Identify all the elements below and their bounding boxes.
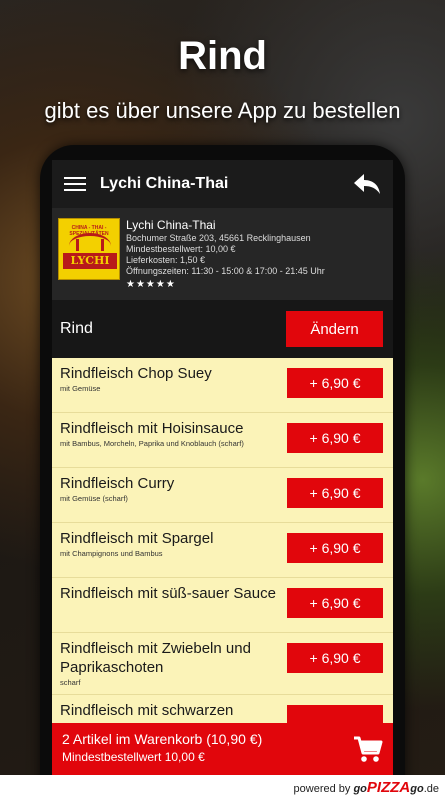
back-arrow-icon[interactable] bbox=[353, 172, 381, 196]
menu-item[interactable]: Rindfleisch mit süß-sauer Sauce + 6,90 € bbox=[52, 578, 393, 633]
promo-title: Rind bbox=[178, 34, 267, 78]
restaurant-info: CHINA - THAI - SPEZIALITÄTEN LYCHI Lychi… bbox=[52, 208, 393, 300]
menu-item[interactable]: Rindfleisch mit Zwiebeln und Paprikascho… bbox=[52, 633, 393, 695]
restaurant-address: Bochumer Straße 203, 45661 Recklinghause… bbox=[126, 233, 311, 243]
menu-item[interactable]: Rindfleisch mit Spargel mit Champignons … bbox=[52, 523, 393, 578]
menu-item-name: Rindfleisch Chop Suey bbox=[60, 365, 212, 382]
menu-item-name: Rindfleisch mit süß-sauer Sauce bbox=[60, 585, 276, 602]
menu-item-name: Rindfleisch Curry bbox=[60, 475, 175, 492]
cart-bar[interactable]: 2 Artikel im Warenkorb (10,90 €) Mindest… bbox=[52, 723, 393, 775]
powered-by[interactable]: powered by goPIZZAgo.de bbox=[294, 779, 439, 796]
menu-item-name: Rindfleisch mit schwarzen bbox=[60, 702, 234, 719]
menu-item-name: Rindfleisch mit Spargel bbox=[60, 530, 214, 547]
menu-item[interactable]: Rindfleisch Curry mit Gemüse (scharf) + … bbox=[52, 468, 393, 523]
restaurant-hours: Öffnungszeiten: 11:30 - 15:00 & 17:00 - … bbox=[126, 266, 325, 276]
add-to-cart-button[interactable]: + 6,90 € bbox=[287, 533, 383, 563]
add-to-cart-button[interactable]: + 6,90 € bbox=[287, 643, 383, 673]
menu-item-description: mit Gemüse (scharf) bbox=[60, 494, 128, 503]
menu-item[interactable]: Rindfleisch mit Hoisinsauce mit Bambus, … bbox=[52, 413, 393, 468]
restaurant-delivery-cost: Lieferkosten: 1,50 € bbox=[126, 255, 206, 265]
category-label: Rind bbox=[60, 320, 93, 337]
add-to-cart-button[interactable]: + 6,90 € bbox=[287, 588, 383, 618]
add-to-cart-button[interactable]: + 6,90 € bbox=[287, 368, 383, 398]
menu-item[interactable]: Rindfleisch Chop Suey mit Gemüse + 6,90 … bbox=[52, 358, 393, 413]
rating-stars: ★★★★★ bbox=[126, 279, 176, 290]
add-to-cart-button[interactable]: + 6,90 € bbox=[287, 423, 383, 453]
restaurant-name: Lychi China-Thai bbox=[126, 218, 216, 232]
hamburger-icon[interactable] bbox=[64, 177, 86, 191]
app-title: Lychi China-Thai bbox=[100, 175, 229, 192]
menu-item-description: mit Bambus, Morcheln, Paprika und Knobla… bbox=[60, 439, 244, 448]
menu-item-name: Rindfleisch mit Hoisinsauce bbox=[60, 420, 244, 437]
cart-min-order: Mindestbestellwert 10,00 € bbox=[62, 750, 205, 764]
menu-item-description: mit Gemüse bbox=[60, 384, 101, 393]
menu-item-name: Rindfleisch mit Zwiebeln und Paprikascho… bbox=[60, 640, 251, 676]
menu-item-list: Rindfleisch Chop Suey mit Gemüse + 6,90 … bbox=[52, 358, 393, 750]
category-bar: Rind Ändern bbox=[52, 300, 393, 358]
promo-subtitle: gibt es über unsere App zu bestellen bbox=[44, 98, 401, 123]
cart-icon[interactable] bbox=[353, 735, 383, 763]
change-category-button[interactable]: Ändern bbox=[286, 311, 383, 347]
restaurant-logo: CHINA - THAI - SPEZIALITÄTEN LYCHI bbox=[58, 218, 120, 280]
restaurant-details: Lychi China-Thai Bochumer Straße 203, 45… bbox=[126, 218, 325, 290]
footer-bar: powered by goPIZZAgo.de bbox=[0, 775, 445, 800]
restaurant-min-order: Mindestbestellwert: 10,00 € bbox=[126, 244, 236, 254]
app-bar: Lychi China-Thai bbox=[52, 160, 393, 208]
app-screen: Lychi China-Thai CHINA - THAI - SPEZIALI… bbox=[52, 160, 393, 775]
add-to-cart-button[interactable]: + 6,90 € bbox=[287, 478, 383, 508]
cart-summary: 2 Artikel im Warenkorb (10,90 €) bbox=[62, 731, 263, 747]
menu-item-description: scharf bbox=[60, 678, 81, 687]
menu-item-description: mit Champignons und Bambus bbox=[60, 549, 163, 558]
